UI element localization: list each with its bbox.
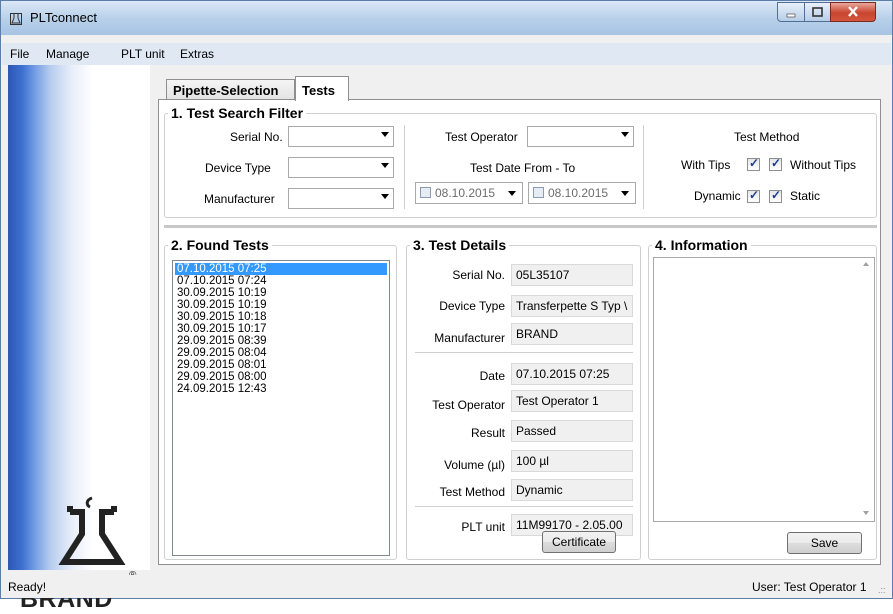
date-to-value: 08.10.2015	[548, 186, 609, 200]
information-textarea[interactable]	[653, 257, 875, 522]
details-divider	[415, 352, 633, 353]
save-button[interactable]: Save	[787, 532, 862, 554]
test-details-legend: 3. Test Details	[413, 237, 507, 253]
close-button[interactable]	[830, 2, 876, 22]
chevron-down-icon	[381, 132, 389, 137]
app-icon	[10, 13, 22, 25]
manufacturer-combo[interactable]	[288, 188, 394, 209]
without-tips-label: Without Tips	[790, 158, 857, 172]
tab-tests[interactable]: Tests	[295, 76, 349, 101]
serial-no-combo[interactable]	[288, 126, 394, 147]
detail-operator-value: Test Operator 1	[511, 390, 633, 412]
detail-serial-label: Serial No.	[452, 268, 505, 282]
static-checkbox[interactable]	[769, 188, 782, 203]
menu-manage[interactable]: Manage	[46, 47, 89, 61]
list-item[interactable]: 30.09.2015 10:18	[175, 311, 387, 323]
resize-grip-icon[interactable]: .::	[878, 585, 886, 595]
detail-device-type-value: Transferpette S Typ \	[511, 295, 633, 317]
minimize-icon	[786, 13, 796, 18]
details-divider	[415, 506, 633, 507]
detail-result-value: Passed	[511, 420, 633, 442]
detail-serial-value: 05L35107	[511, 264, 633, 286]
manufacturer-label: Manufacturer	[204, 192, 275, 206]
with-tips-label: With Tips	[681, 158, 731, 172]
found-tests-list[interactable]: 07.10.2015 07:25 07.10.2015 07:24 30.09.…	[172, 260, 390, 556]
certificate-button[interactable]: Certificate	[542, 531, 616, 553]
list-item[interactable]: 07.10.2015 07:24	[175, 275, 387, 287]
list-item[interactable]: 24.09.2015 12:43	[175, 383, 387, 395]
section-separator	[164, 225, 877, 228]
dynamic-checkbox[interactable]	[747, 188, 760, 203]
serial-no-label: Serial No.	[230, 130, 283, 144]
test-operator-label: Test Operator	[445, 130, 518, 144]
date-from-value: 08.10.2015	[435, 186, 496, 200]
list-item[interactable]: 07.10.2015 07:25	[175, 263, 387, 275]
menu-extras[interactable]: Extras	[180, 47, 214, 61]
test-operator-combo[interactable]	[527, 126, 634, 147]
detail-method-value: Dynamic	[511, 479, 633, 501]
device-type-label: Device Type	[205, 161, 271, 175]
detail-device-type-label: Device Type	[439, 299, 505, 313]
close-icon	[848, 6, 858, 17]
detail-manufacturer-value: BRAND	[511, 323, 633, 345]
without-tips-checkbox[interactable]	[769, 156, 782, 171]
filter-divider	[404, 125, 405, 209]
tab-pipette-selection[interactable]: Pipette-Selection	[166, 79, 295, 100]
menu-file[interactable]: File	[10, 47, 29, 61]
chevron-down-icon	[621, 191, 629, 196]
chevron-down-icon	[508, 191, 516, 196]
current-user-text: User: Test Operator 1	[752, 580, 867, 594]
with-tips-checkbox[interactable]	[747, 156, 760, 171]
detail-manufacturer-label: Manufacturer	[434, 331, 505, 345]
list-item[interactable]: 29.09.2015 08:01	[175, 359, 387, 371]
detail-operator-label: Test Operator	[432, 398, 505, 412]
status-bar: Ready! User: Test Operator 1 .::	[2, 575, 891, 598]
device-type-combo[interactable]	[288, 157, 394, 178]
maximize-icon	[812, 7, 823, 17]
test-method-label: Test Method	[734, 130, 800, 144]
menu-plt-unit[interactable]: PLT unit	[121, 47, 165, 61]
date-from-picker[interactable]: 08.10.2015	[415, 182, 523, 204]
information-legend: 4. Information	[655, 237, 748, 253]
brand-logo-icon	[58, 496, 126, 565]
maximize-button[interactable]	[804, 2, 831, 22]
detail-date-label: Date	[479, 369, 505, 383]
date-from-checkbox[interactable]	[420, 187, 431, 198]
list-item[interactable]: 30.09.2015 10:17	[175, 323, 387, 335]
detail-plt-label: PLT unit	[461, 520, 505, 534]
menu-bar: File Manage PLT unit Extras	[2, 43, 891, 65]
scroll-up-icon[interactable]	[863, 262, 869, 266]
list-item[interactable]: 29.09.2015 08:00	[175, 371, 387, 383]
search-filter-legend: 1. Test Search Filter	[171, 105, 304, 121]
dynamic-label: Dynamic	[694, 189, 741, 203]
detail-method-label: Test Method	[439, 485, 505, 499]
scroll-down-icon[interactable]	[863, 511, 869, 515]
list-item[interactable]: 30.09.2015 10:19	[175, 287, 387, 299]
date-to-picker[interactable]: 08.10.2015	[528, 182, 636, 204]
list-item[interactable]: 29.09.2015 08:04	[175, 347, 387, 359]
list-item[interactable]: 30.09.2015 10:19	[175, 299, 387, 311]
chevron-down-icon	[381, 163, 389, 168]
chevron-down-icon	[621, 132, 629, 137]
sidebar: ® BRAND	[8, 65, 150, 613]
list-item[interactable]: 29.09.2015 08:39	[175, 335, 387, 347]
app-window: PLTconnect File Manage PLT unit Extras ®…	[0, 0, 893, 613]
found-tests-legend: 2. Found Tests	[171, 237, 269, 253]
static-label: Static	[790, 189, 821, 203]
detail-volume-value: 100 µl	[511, 450, 633, 472]
test-date-label: Test Date From - To	[470, 161, 576, 175]
title-bar: PLTconnect	[1, 1, 892, 35]
chevron-down-icon	[381, 194, 389, 199]
status-text: Ready!	[8, 580, 47, 594]
date-to-checkbox[interactable]	[533, 187, 544, 198]
detail-volume-label: Volume (µl)	[444, 458, 505, 472]
detail-date-value: 07.10.2015 07:25	[511, 363, 633, 385]
minimize-button[interactable]	[777, 2, 805, 22]
filter-divider	[643, 125, 644, 209]
detail-result-label: Result	[470, 426, 505, 440]
window-title: PLTconnect	[30, 10, 97, 25]
